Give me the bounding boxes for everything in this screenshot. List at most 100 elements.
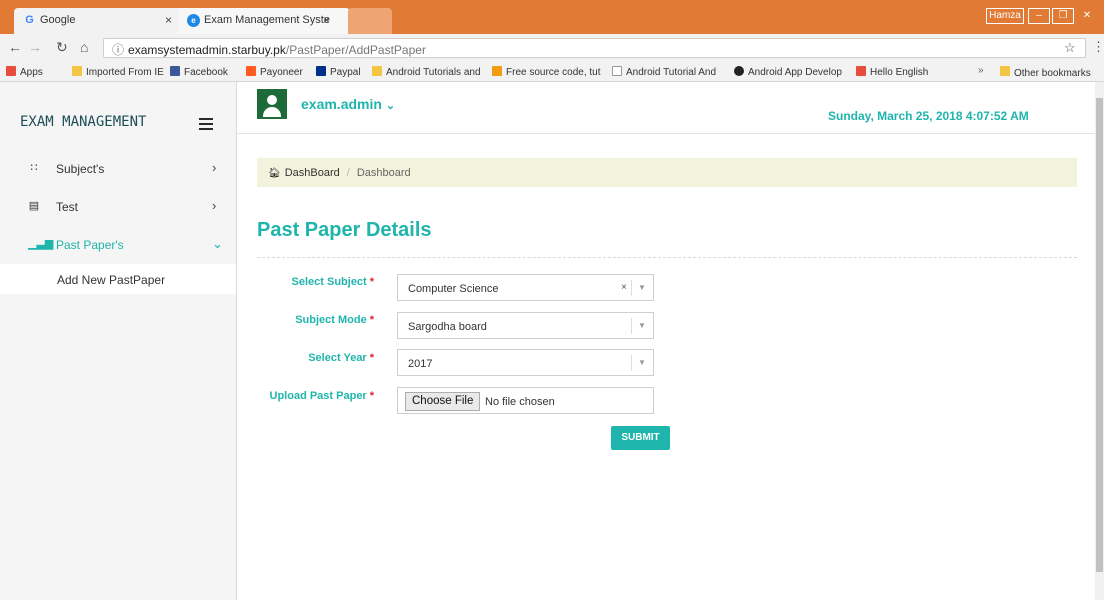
- tab-exam-management[interactable]: e Exam Management Syste ×: [178, 8, 350, 34]
- home-icon[interactable]: ⌂: [80, 39, 88, 55]
- facebook-icon: [170, 66, 180, 76]
- list-icon: ▤: [28, 200, 40, 212]
- android-dev-icon: [734, 66, 744, 76]
- required-mark: *: [369, 352, 374, 364]
- tab-label: Google: [40, 14, 76, 26]
- avatar[interactable]: [257, 89, 287, 119]
- grid-icon: ∷: [30, 162, 38, 174]
- top-header: exam.admin ⌄ Sunday, March 25, 2018 4:07…: [237, 82, 1104, 134]
- bookmark-apps[interactable]: Apps: [6, 66, 43, 78]
- subject-select-value: Computer Science: [408, 283, 499, 295]
- year-label: Select Year *: [308, 352, 374, 364]
- bookmark-hello-english[interactable]: Hello English: [856, 66, 928, 78]
- more-bookmarks-icon[interactable]: »: [978, 65, 984, 76]
- paypal-icon: [316, 66, 326, 76]
- caret-down-icon: ▼: [638, 321, 646, 330]
- breadcrumb-current: Dashboard: [356, 167, 411, 179]
- edge-icon: e: [187, 14, 200, 27]
- clear-icon[interactable]: ×: [621, 282, 627, 293]
- bookmark-payoneer[interactable]: Payoneer: [246, 66, 303, 78]
- payoneer-icon: [246, 66, 256, 76]
- maximize-icon[interactable]: ❐: [1052, 8, 1074, 24]
- file-upload-field: Choose File No file chosen: [397, 387, 654, 414]
- folder-icon: [1000, 66, 1010, 76]
- subject-mode-value: Sargodha board: [408, 321, 487, 333]
- apps-grid-icon: [6, 66, 16, 76]
- breadcrumb-home-link[interactable]: DashBoard: [285, 167, 340, 179]
- source-code-icon: [492, 66, 502, 76]
- upload-label: Upload Past Paper *: [269, 390, 374, 402]
- user-menu[interactable]: exam.admin ⌄: [301, 96, 395, 112]
- sidebar-item-label: Subject's: [56, 162, 105, 176]
- sidebar-item-past-papers[interactable]: ▁▃▆ Past Paper's ⌄: [0, 230, 236, 260]
- bookmark-android-app-develop[interactable]: Android App Develop: [734, 66, 842, 78]
- forward-icon[interactable]: →: [28, 39, 42, 55]
- file-status: No file chosen: [485, 396, 555, 408]
- current-datetime: Sunday, March 25, 2018 4:07:52 AM: [828, 109, 1029, 123]
- folder-icon: [72, 66, 82, 76]
- sidebar-item-label: Past Paper's: [56, 238, 124, 252]
- new-tab-button[interactable]: [348, 8, 392, 34]
- sidebar: EXAM MANAGEMENT ∷ Subject's › ▤ Test › ▁…: [0, 82, 237, 600]
- bookmarks-bar: Apps Imported From IE Facebook Payoneer …: [0, 62, 1104, 82]
- page-scrollbar[interactable]: [1095, 82, 1104, 600]
- sidebar-subitem-label: Add New PastPaper: [57, 273, 166, 287]
- browser-tab-bar: G Google × e Exam Management Syste × Ham…: [0, 0, 1104, 34]
- url-path: /PastPaper/AddPastPaper: [285, 43, 426, 57]
- bar-chart-icon: ▁▃▆: [28, 238, 54, 250]
- bookmark-facebook[interactable]: Facebook: [170, 66, 228, 78]
- bookmark-free-source-code[interactable]: Free source code, tut: [492, 66, 601, 78]
- minimize-icon[interactable]: –: [1028, 8, 1050, 24]
- chevron-right-icon: ›: [212, 160, 217, 175]
- subject-label: Select Subject *: [291, 276, 374, 288]
- bookmark-android-tutorial-and[interactable]: Android Tutorial And: [612, 66, 716, 78]
- caret-down-icon: ▼: [638, 283, 646, 292]
- sidebar-item-subjects[interactable]: ∷ Subject's ›: [0, 154, 236, 184]
- address-bar: ← → ↻ ⌂ ⓘ examsystemadmin.starbuy.pk/Past…: [0, 34, 1104, 62]
- page-title: Past Paper Details: [257, 219, 432, 241]
- caret-down-icon: ▼: [638, 358, 646, 367]
- bookmark-paypal[interactable]: Paypal: [316, 66, 361, 78]
- home-icon: 🏠︎: [268, 168, 281, 179]
- sidebar-item-test[interactable]: ▤ Test ›: [0, 192, 236, 222]
- subject-select[interactable]: Computer Science × ▼: [397, 274, 654, 301]
- year-select-value: 2017: [408, 358, 433, 370]
- tab-label: Exam Management Syste: [204, 14, 330, 26]
- window-close-icon[interactable]: ✕: [1076, 8, 1098, 24]
- chevron-down-icon: ⌄: [212, 236, 223, 251]
- username: exam.admin: [301, 96, 382, 112]
- hamburger-menu-icon[interactable]: [199, 118, 213, 133]
- brand-title: EXAM MANAGEMENT: [20, 114, 147, 130]
- chevron-right-icon: ›: [212, 198, 217, 213]
- hello-english-icon: [856, 66, 866, 76]
- tab-google[interactable]: G Google ×: [14, 8, 184, 34]
- breadcrumb: 🏠︎ DashBoard / Dashboard: [257, 158, 1077, 187]
- tab-close-icon[interactable]: ×: [323, 13, 330, 27]
- year-select[interactable]: 2017 ▼: [397, 349, 654, 376]
- required-mark: *: [369, 276, 374, 288]
- back-icon[interactable]: ←: [8, 39, 22, 55]
- tab-close-icon[interactable]: ×: [165, 13, 172, 27]
- submit-button[interactable]: SUBMIT: [611, 426, 670, 450]
- bookmark-android-tutorials[interactable]: Android Tutorials and: [372, 66, 481, 78]
- bookmark-star-icon[interactable]: ☆: [1064, 40, 1076, 56]
- info-icon[interactable]: ⓘ: [112, 43, 124, 57]
- mode-label: Subject Mode *: [295, 314, 374, 326]
- required-mark: *: [369, 390, 374, 402]
- subject-mode-select[interactable]: Sargodha board ▼: [397, 312, 654, 339]
- chevron-down-icon: ⌄: [385, 100, 396, 112]
- url-field[interactable]: ⓘ examsystemadmin.starbuy.pk/PastPaper/Ad…: [103, 38, 1086, 58]
- google-icon: G: [25, 14, 34, 26]
- other-bookmarks[interactable]: Other bookmarks: [1000, 66, 1091, 79]
- required-mark: *: [369, 314, 374, 326]
- url-host: examsystemadmin.starbuy.pk: [128, 43, 286, 57]
- sidebar-item-label: Test: [56, 200, 79, 214]
- choose-file-button[interactable]: Choose File: [405, 392, 481, 411]
- bookmark-imported-from-ie[interactable]: Imported From IE: [72, 66, 164, 78]
- browser-menu-icon[interactable]: ⋮: [1092, 39, 1104, 55]
- tutorial-site-icon: [372, 66, 382, 76]
- reload-icon[interactable]: ↻: [56, 39, 68, 56]
- page-icon: [612, 66, 622, 76]
- window-user-badge[interactable]: Hamza: [986, 8, 1024, 24]
- divider: [257, 257, 1077, 258]
